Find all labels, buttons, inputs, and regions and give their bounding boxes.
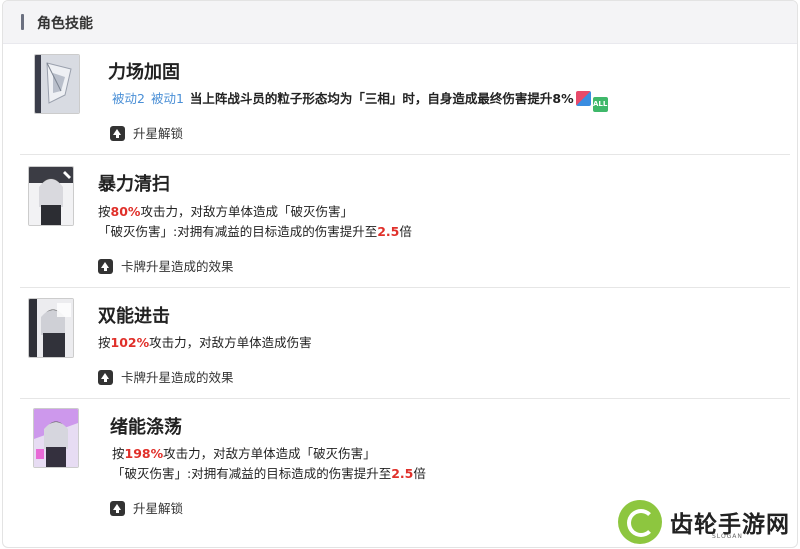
skill-name-energy-sweep: 绪能涤荡: [110, 417, 182, 438]
arrow-up-icon: [98, 259, 113, 274]
desc-text: 攻击力，对敌方单体造成「破灭伤害」: [163, 446, 376, 461]
desc-value: 2.5: [391, 466, 414, 481]
upgrade-label: 卡牌升星造成的效果: [121, 259, 234, 274]
skill-name-violent-sweep: 暴力清扫: [98, 174, 170, 195]
desc-text: 倍: [413, 466, 426, 481]
desc-text: 倍: [399, 224, 412, 239]
skill-name-force-field: 力场加固: [108, 62, 180, 83]
upgrade-label: 升星解锁: [133, 126, 184, 141]
desc-value: 102%: [110, 335, 150, 350]
upgrade-label: 升星解锁: [133, 501, 184, 516]
desc-text: 「破灭伤害」:对拥有减益的目标造成的伤害提升至: [98, 224, 378, 239]
skill-icon-energy-sweep: [33, 408, 79, 468]
divider: [20, 154, 790, 155]
desc-text: 按: [98, 335, 111, 350]
card-star-effect-button[interactable]: 卡牌升星造成的效果: [98, 256, 234, 275]
skill-name-dual-strike: 双能进击: [98, 306, 170, 327]
arrow-up-icon: [110, 501, 125, 516]
desc-value: 198%: [124, 446, 164, 461]
desc-value: 8%: [552, 91, 574, 106]
element-cube-icon: [575, 91, 591, 106]
divider: [20, 398, 790, 399]
upgrade-unlock-button[interactable]: 升星解锁: [110, 123, 183, 142]
desc-text: 「破灭伤害」:对拥有减益的目标造成的伤害提升至: [112, 466, 392, 481]
desc-value: 2.5: [377, 224, 400, 239]
desc-text: 按: [112, 446, 125, 461]
site-watermark-logo: 齿轮手游网 SLOGAN: [612, 497, 798, 549]
desc-text: 攻击力，对敌方单体造成「破灭伤害」: [140, 204, 353, 219]
watermark-slogan: SLOGAN: [712, 533, 743, 540]
arrow-up-icon: [110, 126, 125, 141]
upgrade-unlock-button[interactable]: 升星解锁: [110, 498, 183, 517]
tag-passive-1: 被动1: [150, 91, 184, 106]
all-badge: ALL: [592, 97, 608, 112]
panel-title: 角色技能: [37, 16, 93, 32]
skill-desc-force-field: 被动2 被动1 当上阵战斗员的粒子形态均为「三相」时，自身造成最终伤害提升8% ALL: [112, 90, 608, 112]
header-accent-bar: [21, 14, 24, 30]
skill-icon-violent-sweep: [28, 166, 74, 226]
skill-desc-line-2: 「破灭伤害」:对拥有减益的目标造成的伤害提升至2.5倍: [98, 223, 412, 241]
skill-desc-line-2: 「破灭伤害」:对拥有减益的目标造成的伤害提升至2.5倍: [112, 465, 426, 483]
card-star-effect-button[interactable]: 卡牌升星造成的效果: [98, 367, 234, 386]
tag-passive-2: 被动2: [112, 91, 145, 106]
skill-desc-line-1: 按80%攻击力，对敌方单体造成「破灭伤害」: [98, 203, 353, 221]
desc-text: 当上阵战斗员的粒子形态均为「三相」时，自身造成最终伤害提升: [189, 91, 553, 106]
skill-desc-line-1: 按102%攻击力，对敌方单体造成伤害: [98, 334, 312, 352]
gear-logo-icon: [618, 500, 662, 544]
panel-header: 角色技能: [3, 1, 797, 44]
arrow-up-icon: [98, 370, 113, 385]
skill-icon-force-field: [34, 54, 80, 114]
desc-text: 按: [98, 204, 111, 219]
skill-icon-dual-strike: [28, 298, 74, 358]
divider: [20, 287, 790, 288]
desc-value: 80%: [110, 204, 141, 219]
desc-text: 攻击力，对敌方单体造成伤害: [149, 335, 312, 350]
skill-desc-line-1: 按198%攻击力，对敌方单体造成「破灭伤害」: [112, 445, 376, 463]
upgrade-label: 卡牌升星造成的效果: [121, 370, 234, 385]
